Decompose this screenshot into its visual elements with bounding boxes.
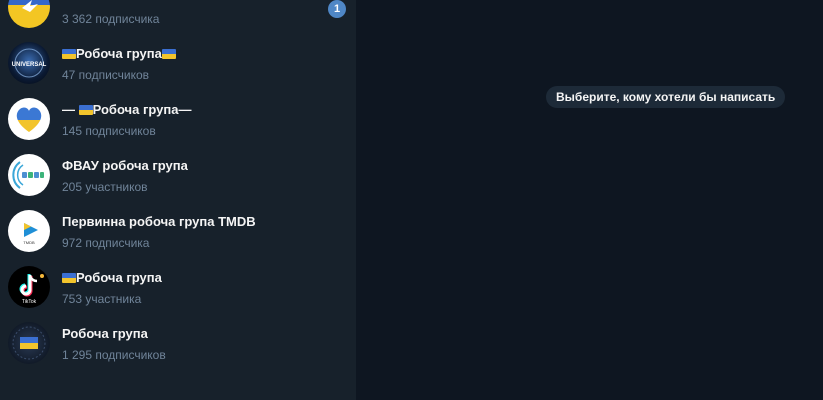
- chat-subtitle: 753 участника: [62, 292, 142, 306]
- chat-title: Первинна робоча група TMDB: [62, 214, 256, 229]
- ukraine-flag-icon: [62, 49, 76, 59]
- chat-list-item[interactable]: — Робоча група— 145 подписчиков: [0, 90, 356, 146]
- chat-avatar: [8, 0, 50, 28]
- fvau-logo-icon: [12, 161, 44, 189]
- chat-list-item[interactable]: 3 362 подписчика 1: [0, 0, 356, 34]
- chat-title: Робоча група: [62, 46, 176, 61]
- ukraine-flag-icon: [161, 49, 176, 59]
- tmdb-logo-icon: TMDB: [23, 223, 38, 245]
- chat-avatar: [8, 322, 50, 364]
- chat-avatar: TikTok: [8, 266, 50, 308]
- chat-avatar: [8, 154, 50, 196]
- universal-logo-text: UNIVERSAL: [12, 62, 47, 68]
- chat-list-item[interactable]: UNIVERSAL Робоча група 47 подписчиков: [0, 34, 356, 90]
- dove-icon: [22, 0, 38, 12]
- chat-title: ФВАУ робоча група: [62, 158, 188, 173]
- chat-avatar: TMDB: [8, 210, 50, 252]
- chat-subtitle: 145 подписчиков: [62, 124, 156, 138]
- ukraine-flag-icon: [78, 105, 93, 115]
- chat-subtitle: 205 участников: [62, 180, 148, 194]
- chat-subtitle: 3 362 подписчика: [62, 12, 160, 26]
- chat-avatar: UNIVERSAL: [8, 42, 50, 84]
- chat-title: Робоча група: [62, 326, 148, 341]
- tmdb-logo-text: TMDB: [23, 240, 35, 245]
- chat-main-area: Выберите, кому хотели бы написать: [356, 0, 823, 400]
- heart-icon: [16, 107, 42, 132]
- tiktok-logo-text: TikTok: [22, 299, 37, 305]
- tiktok-logo-icon: TikTok: [19, 274, 44, 305]
- empty-chat-message: Выберите, кому хотели бы написать: [546, 86, 786, 108]
- chat-subtitle: 1 295 подписчиков: [62, 348, 166, 362]
- chat-avatar: [8, 98, 50, 140]
- chat-list-sidebar: 3 362 подписчика 1 UNIVERSAL Робоча груп…: [0, 0, 356, 400]
- chat-title: Робоча група: [62, 270, 162, 285]
- universal-logo-icon: UNIVERSAL: [12, 48, 47, 78]
- unread-badge: 1: [328, 0, 346, 18]
- chat-subtitle: 47 подписчиков: [62, 68, 150, 82]
- chat-list-item[interactable]: TMDB Первинна робоча група TMDB 972 подп…: [0, 202, 356, 258]
- ukraine-flag-icon: [62, 273, 76, 283]
- globe-flag-icon: [12, 326, 46, 360]
- chat-list-item[interactable]: TikTok Робоча група 753 участника: [0, 258, 356, 314]
- chat-subtitle: 972 подписчика: [62, 236, 150, 250]
- chat-title: [62, 0, 252, 3]
- chat-list-item[interactable]: Робоча група 1 295 подписчиков: [0, 314, 356, 370]
- chat-list-item[interactable]: ФВАУ робоча група 205 участников: [0, 146, 356, 202]
- chat-title: — Робоча група—: [62, 102, 192, 117]
